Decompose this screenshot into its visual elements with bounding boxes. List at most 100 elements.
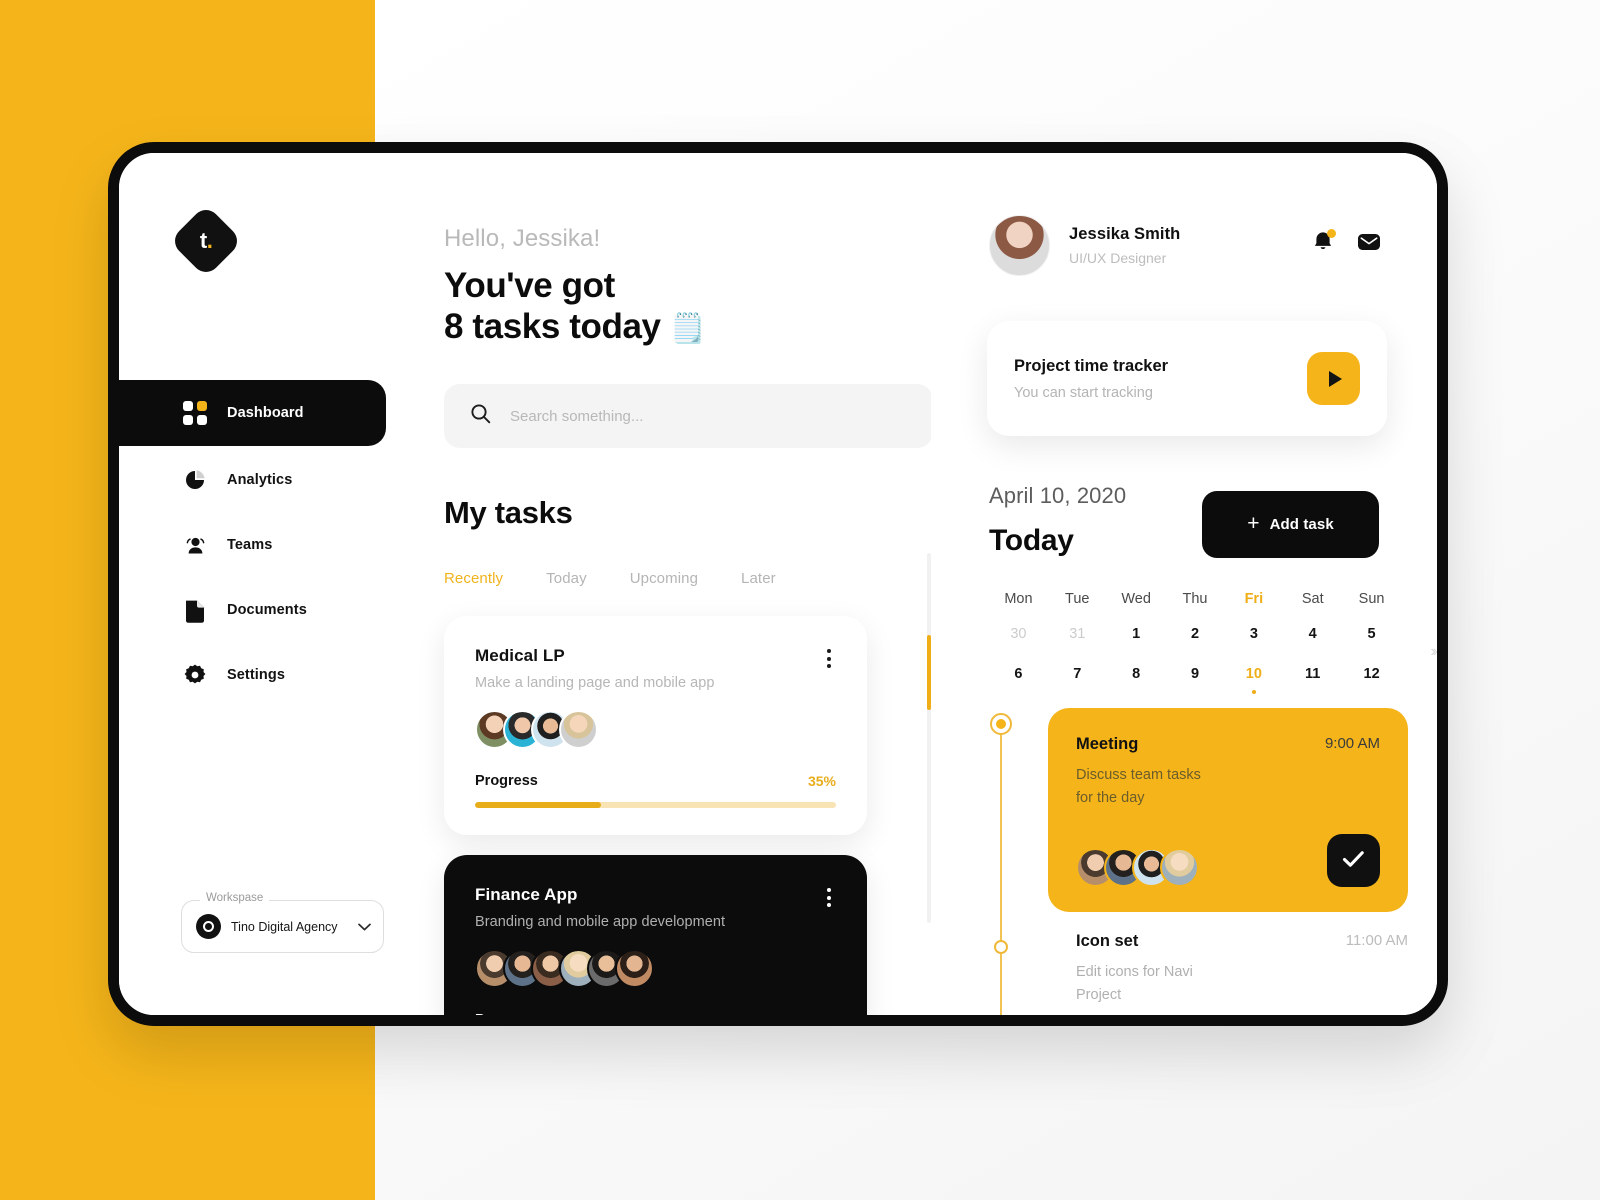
task-description: Make a landing page and mobile app (475, 675, 715, 691)
tab-later[interactable]: Later (741, 570, 776, 587)
mail-icon[interactable] (1356, 229, 1381, 254)
calendar-day-names: Mon Tue Wed Thu Fri Sat Sun (989, 591, 1401, 620)
people-icon (182, 532, 208, 558)
plus-icon: + (1247, 512, 1260, 535)
event-title: Icon set (1076, 931, 1139, 950)
section-title: My tasks (444, 495, 573, 530)
sidebar-item-label: Documents (227, 602, 307, 618)
tracker-title: Project time tracker (1014, 356, 1169, 375)
sidebar-item-teams[interactable]: Teams (119, 514, 386, 576)
header-actions (1310, 229, 1381, 254)
greeting-text: Hello, Jessika! (444, 225, 601, 252)
progress-value: 60% (808, 1012, 836, 1015)
calendar-dow: Thu (1182, 591, 1208, 607)
grid-icon (182, 400, 208, 426)
user-profile[interactable]: Jessika Smith UI/UX Designer (989, 215, 1180, 276)
calendar-dow: Sun (1358, 591, 1385, 607)
task-card[interactable]: Finance App Branding and mobile app deve… (444, 855, 867, 1015)
add-task-button[interactable]: + Add task (1202, 491, 1379, 558)
calendar-day[interactable]: 30 (989, 620, 1048, 648)
calendar-day-selected[interactable]: 10 (1224, 648, 1283, 694)
sidebar-item-settings[interactable]: Settings (119, 644, 386, 706)
calendar-day[interactable]: 1 (1107, 620, 1166, 648)
headline-line-2: 8 tasks today (444, 307, 661, 347)
tab-recently[interactable]: Recently (444, 570, 503, 587)
gear-icon (182, 662, 208, 688)
complete-event-button[interactable] (1327, 833, 1380, 887)
sidebar-item-label: Teams (227, 537, 273, 553)
timeline-marker (994, 939, 1008, 954)
task-menu-icon[interactable] (822, 885, 836, 910)
task-menu-icon[interactable] (822, 646, 836, 671)
workspace-legend-label: Workspase (200, 892, 270, 904)
tab-upcoming[interactable]: Upcoming (630, 570, 698, 587)
sidebar-item-label: Settings (227, 667, 285, 683)
calendar-day[interactable]: 31 (1048, 620, 1107, 648)
page-root: t. Dashboard Analytics Teams Documents S… (0, 0, 1600, 1200)
workspace-avatar (196, 914, 221, 939)
avatar (989, 215, 1050, 276)
sidebar-item-label: Analytics (227, 472, 293, 488)
search-icon (470, 403, 491, 429)
check-icon (1342, 850, 1365, 871)
progress-label: Progress (475, 773, 538, 789)
avatar (615, 949, 654, 988)
sidebar-item-analytics[interactable]: Analytics (119, 449, 386, 511)
progress-bar-fill (475, 802, 602, 808)
current-date: April 10, 2020 (989, 483, 1127, 508)
timeline-item: Icon set 11:00 AM Edit icons for Navi Pro… (989, 918, 1408, 1008)
search-bar[interactable] (444, 384, 931, 448)
task-members (475, 949, 836, 988)
search-input[interactable] (510, 407, 890, 425)
progress-bar (475, 802, 836, 808)
logo-letter: t. (199, 227, 213, 253)
bell-icon[interactable] (1310, 229, 1336, 254)
sidebar-item-dashboard[interactable]: Dashboard (119, 380, 386, 446)
calendar-day[interactable]: 2 (1166, 620, 1225, 648)
task-title: Medical LP (475, 646, 565, 665)
calendar-day[interactable]: 3 (1224, 620, 1283, 648)
event-members (1076, 847, 1199, 887)
play-icon (1328, 370, 1342, 387)
app-logo[interactable]: t. (169, 204, 243, 278)
notepad-icon: 🗒️ (669, 313, 706, 346)
calendar-week-2: 6 7 8 9 10 11 12 (989, 648, 1401, 694)
calendar-dow: Wed (1121, 591, 1151, 607)
tracker-subtitle: You can start tracking (1014, 384, 1153, 401)
task-card[interactable]: Medical LP Make a landing page and mobil… (444, 616, 867, 835)
calendar-day[interactable]: 11 (1283, 648, 1342, 688)
event-time: 9:00 AM (1324, 735, 1380, 752)
event-time: 11:00 AM (1345, 931, 1408, 949)
workspace-selector[interactable]: Workspase Tino Digital Agency (181, 892, 384, 953)
calendar-day[interactable]: 12 (1342, 648, 1401, 688)
calendar-day[interactable]: 6 (989, 648, 1048, 688)
calendar-dow: Fri (1244, 591, 1264, 607)
calendar-day[interactable]: 4 (1283, 620, 1342, 648)
event-description: Edit icons for Navi Project (1076, 963, 1193, 1004)
event-title: Meeting (1076, 735, 1139, 753)
tablet-device-frame: t. Dashboard Analytics Teams Documents S… (108, 142, 1448, 1026)
progress-label: Progress (475, 1012, 538, 1015)
calendar-day[interactable]: 5 (1342, 620, 1401, 648)
profile-role: UI/UX Designer (1069, 250, 1167, 266)
document-icon (182, 597, 208, 623)
profile-name: Jessika Smith (1069, 225, 1181, 243)
add-task-label: Add task (1269, 516, 1334, 533)
progress-value: 35% (807, 773, 836, 789)
headline-line-1: You've got (444, 266, 615, 305)
chevron-down-icon (358, 918, 371, 936)
page-title: You've got 8 tasks today 🗒️ (444, 265, 706, 348)
sidebar-item-documents[interactable]: Documents (119, 579, 386, 641)
calendar-day[interactable]: 7 (1048, 648, 1107, 688)
event-card-icon-set[interactable]: Icon set 11:00 AM Edit icons for Navi Pro… (1048, 918, 1408, 1008)
tab-today[interactable]: Today (546, 570, 587, 587)
pie-chart-icon (182, 467, 208, 493)
main-content: Hello, Jessika! You've got 8 tasks today… (386, 153, 931, 1015)
start-tracking-button[interactable] (1307, 352, 1360, 405)
sidebar-nav: Dashboard Analytics Teams Documents Sett… (119, 380, 386, 709)
calendar-day[interactable]: 9 (1166, 648, 1225, 688)
calendar-next-icon[interactable]: ›› (1430, 643, 1437, 661)
event-card-meeting[interactable]: Meeting 9:00 AM Discuss team tasks for th… (1048, 708, 1408, 912)
calendar-day[interactable]: 8 (1107, 648, 1166, 688)
timeline-item: Meeting 9:00 AM Discuss team tasks for th… (989, 708, 1408, 912)
